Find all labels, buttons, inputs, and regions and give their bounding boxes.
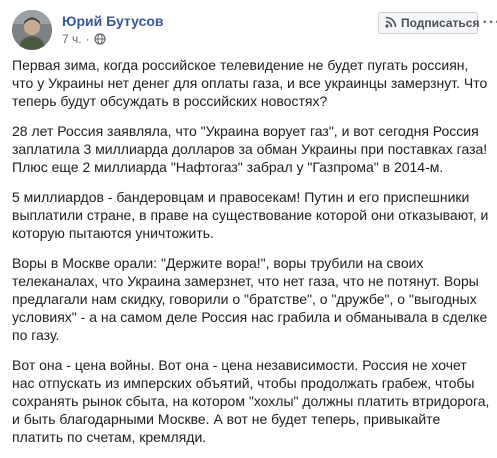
rss-icon <box>385 16 401 31</box>
post-paragraph-3: 5 миллиардов - бандеровцам и правосекам!… <box>12 189 489 241</box>
post-paragraph-2: 28 лет Россия заявляла, что "Украина вор… <box>12 123 488 175</box>
meta-separator: · <box>85 32 90 46</box>
avatar[interactable] <box>12 10 52 50</box>
facebook-post: Юрий Бутусов 7 ч. · Подписаться ·· Перва… <box>0 0 497 446</box>
post-paragraph-5: Вот она - цена войны. Вот она - цена нез… <box>12 357 490 445</box>
post-body: Первая зима, когда российское телевидени… <box>12 56 490 458</box>
globe-icon <box>93 33 106 45</box>
post-timestamp[interactable]: 7 ч. <box>62 32 82 46</box>
subscribe-label: Подписаться <box>401 16 480 30</box>
post-paragraph-4: Воры в Москве орали: "Держите вора!", во… <box>12 255 488 343</box>
post-paragraph-1: Первая зима, когда российское телевидени… <box>12 57 488 109</box>
avatar-photo <box>12 10 52 50</box>
author-name[interactable]: Юрий Бутусов <box>62 13 164 29</box>
post-meta: 7 ч. · <box>62 32 106 46</box>
post-header: Юрий Бутусов 7 ч. · Подписаться ·· <box>12 10 497 50</box>
more-options-icon[interactable]: ··· <box>480 12 497 34</box>
subscribe-button[interactable]: Подписаться <box>378 12 480 34</box>
